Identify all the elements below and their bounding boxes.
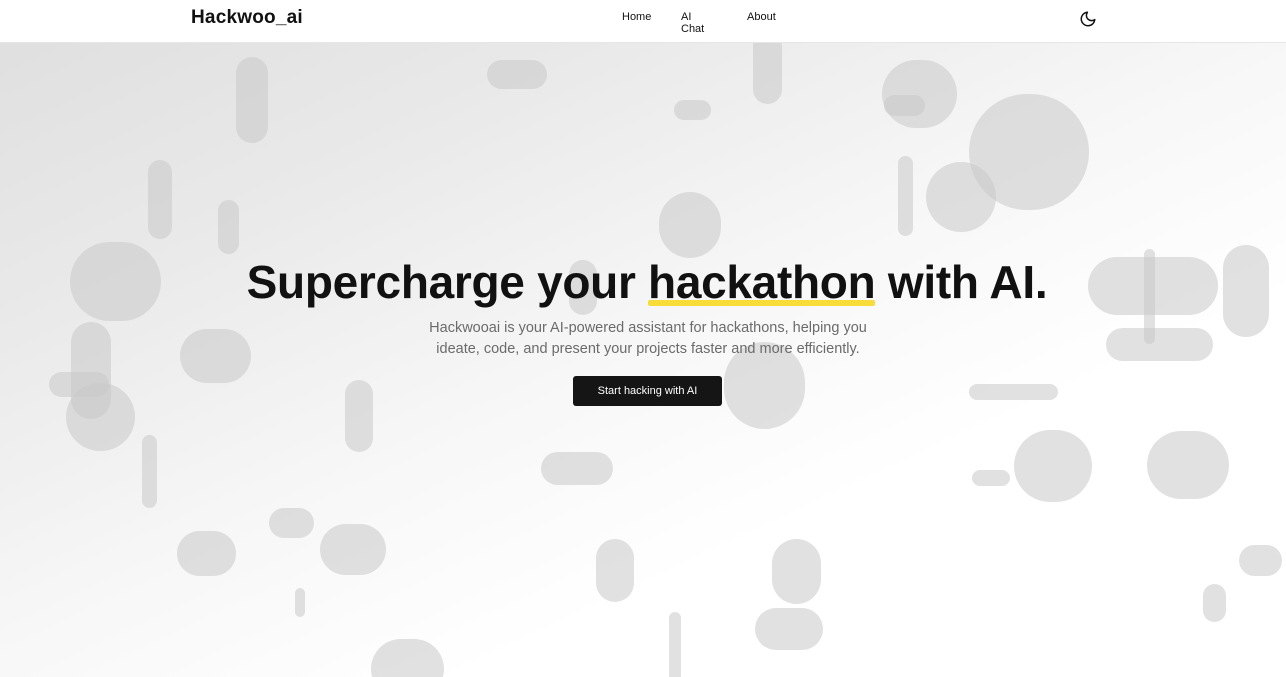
hero-section: Supercharge your hackathon with AI. Hack… <box>0 0 1286 677</box>
headline-text-start: Supercharge your <box>246 256 649 308</box>
top-navbar: Hackwoo_ai Home AI Chat About <box>0 0 1286 43</box>
nav-home-link[interactable]: Home <box>622 11 651 23</box>
subtitle-line-2: ideate, code, and present your projects … <box>436 341 860 357</box>
subtitle-line-1: Hackwooai is your AI-powered assistant f… <box>429 320 867 336</box>
nav-ai-chat-link[interactable]: AI Chat <box>681 11 704 35</box>
moon-icon <box>1080 11 1096 27</box>
brand-logo[interactable]: Hackwoo_ai <box>191 7 303 29</box>
headline-text-end: with AI. <box>875 256 1048 308</box>
hero-subtitle: Hackwooai is your AI-powered assistant f… <box>343 318 953 360</box>
nav-about-link[interactable]: About <box>747 11 776 23</box>
theme-toggle-button[interactable] <box>1077 8 1099 30</box>
start-hacking-button[interactable]: Start hacking with AI <box>573 376 722 406</box>
hero-headline: Supercharge your hackathon with AI. <box>0 255 1286 309</box>
headline-highlight-word: hackathon <box>648 255 876 309</box>
